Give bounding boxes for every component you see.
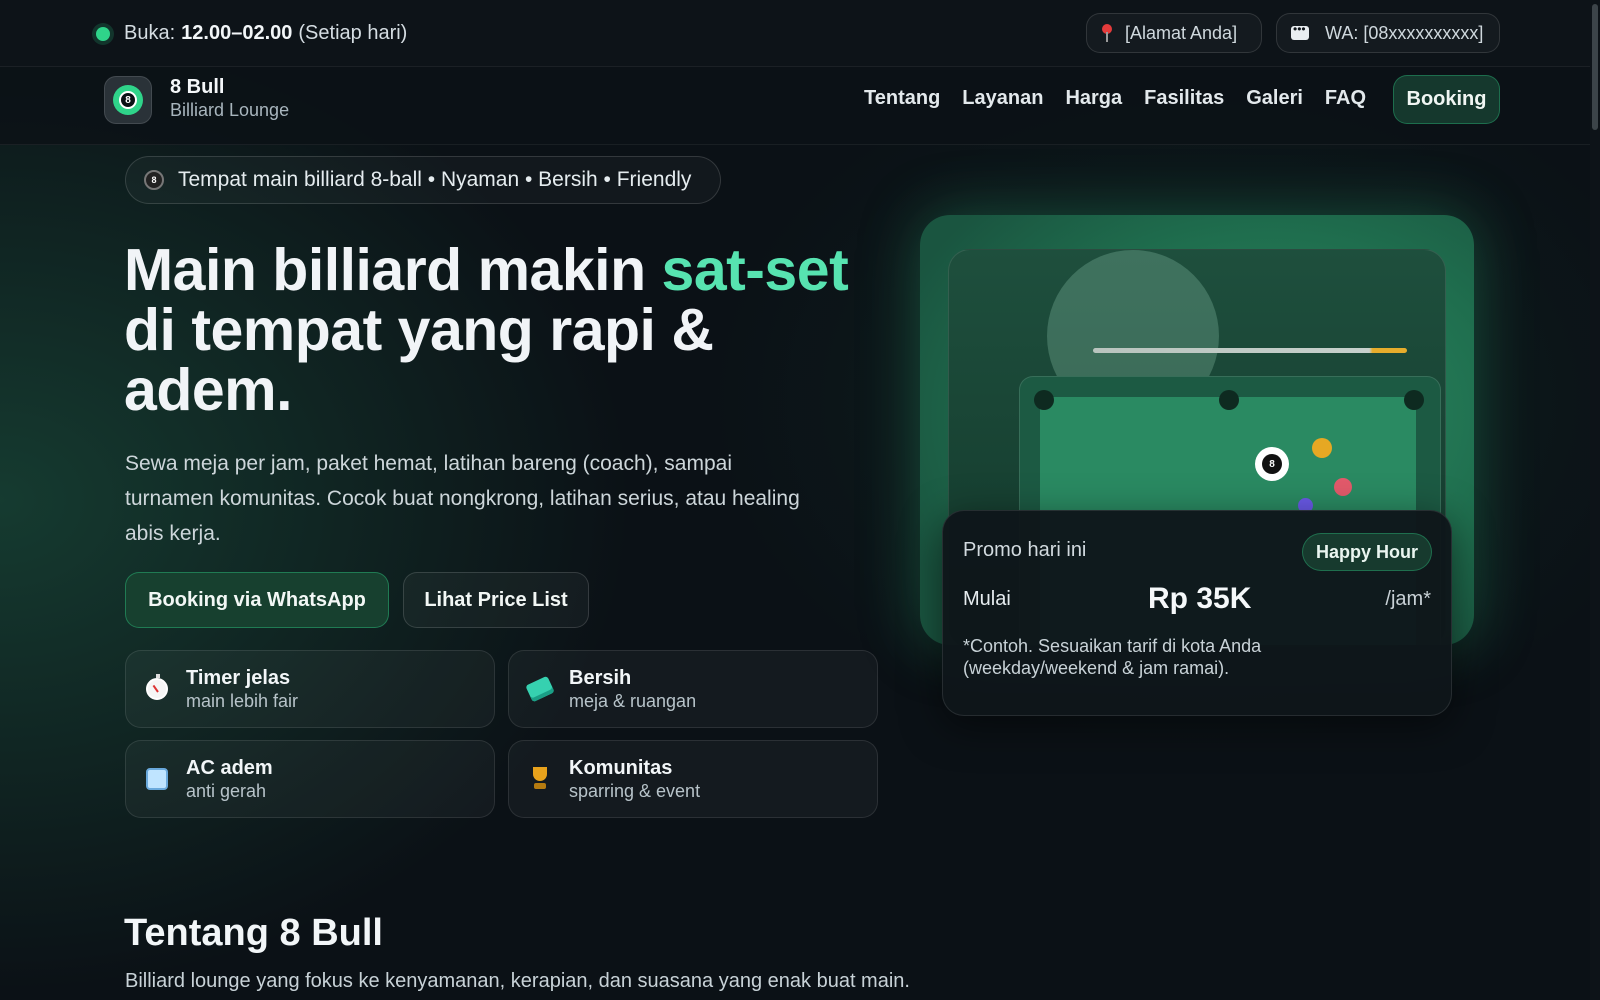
open-label: Buka: (124, 22, 176, 44)
whatsapp-pill[interactable]: WA: [08xxxxxxxxxx] (1276, 13, 1500, 53)
feature-card-timer: Timer jelas main lebih fair (125, 650, 495, 728)
logo-ball-icon: 8 (113, 85, 143, 115)
feature-card-bersih: Bersih meja & ruangan (508, 650, 878, 728)
scrollbar-thumb[interactable] (1592, 4, 1598, 130)
feature-subtitle: sparring & event (569, 780, 701, 801)
brand-subtitle: Billiard Lounge (170, 100, 290, 120)
about-section-title: Tentang 8 Bull (124, 912, 383, 954)
eight-ball: 8 (1255, 447, 1289, 481)
hero-title-part2: di tempat yang rapi & adem. (124, 297, 714, 423)
hero-title-part1: Main billiard makin (124, 237, 662, 303)
main-navbar: 8 8 Bull Billiard Lounge Tentang Layanan… (0, 67, 1600, 145)
table-pocket (1034, 390, 1054, 410)
address-text: [Alamat Anda] (1125, 22, 1238, 43)
nav-booking-button[interactable]: Booking (1393, 75, 1500, 124)
chat-bubble-icon (1291, 22, 1309, 40)
price-list-button[interactable]: Lihat Price List (403, 572, 589, 628)
open-days: (Setiap hari) (298, 22, 408, 44)
promo-price: Rp 35K (1148, 582, 1252, 615)
open-status-dot (96, 26, 110, 41)
hero-description: Sewa meja per jam, paket hemat, latihan … (125, 452, 800, 545)
nav-links: Tentang Layanan Harga Fasilitas Galeri F… (864, 87, 1366, 110)
promo-note: *Contoh. Sesuaikan tarif di kota Anda (w… (963, 636, 1262, 678)
nav-link-fasilitas[interactable]: Fasilitas (1144, 87, 1224, 110)
eight-ball-icon: 8 (144, 170, 164, 190)
top-info-bar: Buka: 12.00–02.00 (Setiap hari) [Alamat … (0, 0, 1600, 67)
cue-stick-illustration (1093, 348, 1407, 353)
hero-tagline-pill: 8 Tempat main billiard 8-ball • Nyaman •… (125, 156, 721, 204)
feature-title: AC adem (186, 756, 273, 779)
nav-link-tentang[interactable]: Tentang (864, 87, 940, 110)
table-pocket (1404, 390, 1424, 410)
feature-subtitle: main lebih fair (186, 690, 299, 711)
ice-cube-icon (146, 768, 168, 790)
about-section-description: Billiard lounge yang fokus ke kenyamanan… (125, 970, 910, 992)
feature-subtitle: anti gerah (186, 780, 267, 801)
address-pill[interactable]: [Alamat Anda] (1086, 13, 1262, 53)
trophy-icon (529, 767, 551, 791)
whatsapp-text: WA: [08xxxxxxxxxx] (1325, 22, 1484, 43)
map-pin-icon (1101, 24, 1113, 42)
promo-unit: /jam* (1385, 588, 1431, 610)
nav-link-galeri[interactable]: Galeri (1246, 87, 1303, 110)
hero-tagline: Tempat main billiard 8-ball • Nyaman • B… (178, 168, 692, 191)
hero-title-accent: sat-set (661, 237, 849, 303)
page-scrollbar[interactable] (1590, 0, 1600, 1000)
feature-card-ac: AC adem anti gerah (125, 740, 495, 818)
nav-link-harga[interactable]: Harga (1065, 87, 1122, 110)
promo-label: Promo hari ini (963, 539, 1087, 561)
promo-card: Promo hari ini Happy Hour Mulai Rp 35K /… (942, 510, 1452, 716)
logo[interactable]: 8 (104, 76, 152, 124)
feature-title: Komunitas (569, 756, 673, 779)
nav-link-layanan[interactable]: Layanan (962, 87, 1043, 110)
opening-hours: Buka: 12.00–02.00 (Setiap hari) (96, 22, 407, 45)
feature-title: Timer jelas (186, 666, 291, 689)
nav-link-faq[interactable]: FAQ (1325, 87, 1366, 110)
feature-subtitle: meja & ruangan (569, 690, 697, 711)
yellow-ball (1312, 438, 1332, 458)
happy-hour-badge: Happy Hour (1302, 533, 1432, 571)
stopwatch-icon (146, 674, 168, 700)
brand-name: 8 Bull (170, 76, 225, 98)
red-ball (1334, 478, 1352, 496)
hero-title: Main billiard makin sat-set di tempat yan… (124, 240, 884, 420)
promo-start-label: Mulai (963, 588, 1011, 610)
feature-card-komunitas: Komunitas sparring & event (508, 740, 878, 818)
booking-whatsapp-button[interactable]: Booking via WhatsApp (125, 572, 389, 628)
feature-title: Bersih (569, 666, 632, 689)
table-pocket (1219, 390, 1239, 410)
open-hours: 12.00–02.00 (181, 22, 293, 44)
sponge-icon (525, 675, 555, 703)
logo-number: 8 (119, 91, 137, 109)
